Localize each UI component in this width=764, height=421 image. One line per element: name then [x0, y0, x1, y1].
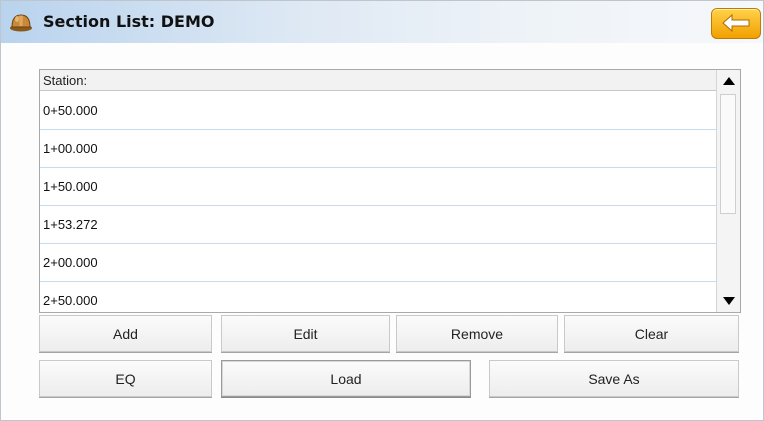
- section-list-window: Section List: DEMO Station: 0+50.000 1+0…: [0, 0, 764, 421]
- scroll-up-button[interactable]: [717, 71, 740, 91]
- list-item[interactable]: 1+53.272: [40, 206, 716, 244]
- title-bar: Section List: DEMO: [1, 1, 763, 43]
- list-item[interactable]: 2+00.000: [40, 244, 716, 282]
- load-button[interactable]: Load: [221, 360, 471, 397]
- scroll-down-button[interactable]: [717, 291, 740, 311]
- list-item[interactable]: 1+50.000: [40, 168, 716, 206]
- edit-button[interactable]: Edit: [221, 315, 390, 352]
- add-button[interactable]: Add: [39, 315, 212, 352]
- station-list[interactable]: Station: 0+50.000 1+00.000 1+50.000 1+53…: [39, 69, 741, 313]
- station-rows: 0+50.000 1+00.000 1+50.000 1+53.272 2+00…: [40, 92, 716, 312]
- triangle-down-icon: [722, 297, 735, 305]
- hardhat-icon: [9, 11, 33, 33]
- save-as-button[interactable]: Save As: [489, 360, 739, 397]
- eq-button[interactable]: EQ: [39, 360, 212, 397]
- scroll-thumb[interactable]: [720, 94, 736, 214]
- station-column-header[interactable]: Station:: [40, 70, 716, 91]
- clear-button[interactable]: Clear: [564, 315, 739, 352]
- list-item[interactable]: 1+00.000: [40, 130, 716, 168]
- list-item[interactable]: 0+50.000: [40, 92, 716, 130]
- remove-button[interactable]: Remove: [396, 315, 558, 352]
- back-button[interactable]: [711, 8, 761, 39]
- window-title: Section List: DEMO: [43, 12, 215, 31]
- vertical-scrollbar[interactable]: [716, 70, 740, 312]
- triangle-up-icon: [722, 77, 735, 85]
- list-item[interactable]: 2+50.000: [40, 282, 716, 312]
- arrow-left-icon: [722, 14, 750, 32]
